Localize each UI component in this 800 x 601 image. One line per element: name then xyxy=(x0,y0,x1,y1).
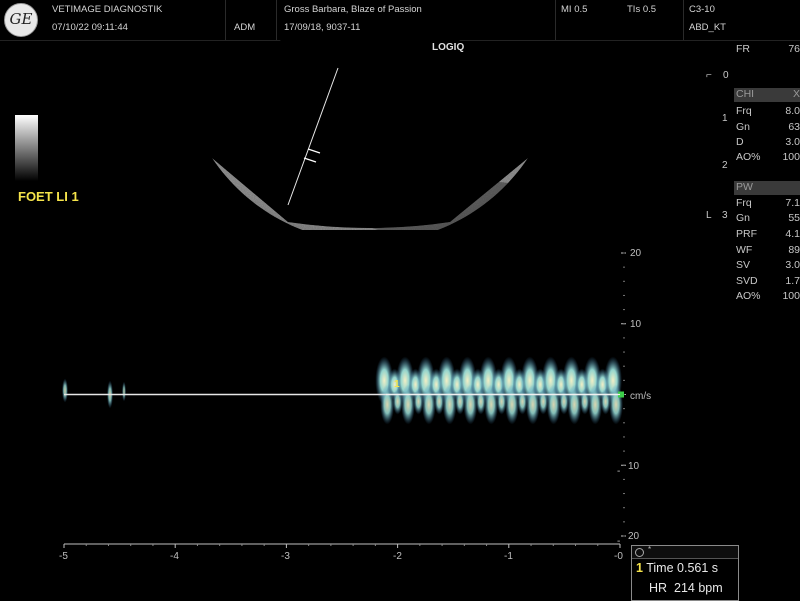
thermal-index: TIs 0.5 xyxy=(627,4,657,15)
depth-mark-2: 2 xyxy=(722,160,728,171)
param-pw-svd: SVD 1.7 xyxy=(736,275,800,287)
spectrum-trace xyxy=(62,356,623,425)
param-chi-gn: Gn 63 xyxy=(736,121,800,133)
spectrum-burst xyxy=(62,378,68,403)
measurement-index: 1 xyxy=(636,561,643,575)
patient-name: Gross Barbara, Blaze of Passion xyxy=(284,4,422,15)
depth-mark-1: 1 xyxy=(722,113,728,124)
measurement-time-label: Time xyxy=(646,561,674,575)
x-tick-label: -4 xyxy=(170,551,179,562)
b-mode-sector-image xyxy=(212,40,528,230)
param-pw-ao: AO% 100 xyxy=(736,290,800,302)
x-tick-label: -5 xyxy=(59,551,68,562)
record-icon xyxy=(635,548,644,557)
clinic-name: VETIMAGE DIAGNOSTIK xyxy=(52,4,163,15)
param-chi-d: D 3.0 xyxy=(736,136,800,148)
operator-id: ADM xyxy=(234,22,256,33)
param-chi-frq: Frq 8.0 xyxy=(736,105,800,117)
measurement-hr-label: HR xyxy=(649,581,668,595)
spectrum-burst xyxy=(608,384,623,425)
grayscale-bar xyxy=(15,115,38,181)
ge-logo: GE xyxy=(4,3,38,37)
param-chi-ao: AO% 100 xyxy=(736,151,800,163)
exam-datetime: 07/10/22 09:11:44 xyxy=(52,22,128,33)
patient-id: 17/09/18, 9037-11 xyxy=(284,22,361,33)
measurement-time-value: 0.561 s xyxy=(677,561,719,575)
param-fr: FR 76 xyxy=(736,43,800,55)
depth-bracket: ⌐ xyxy=(706,70,712,81)
param-chi-header: CHI X xyxy=(734,88,800,102)
measurement-result-box: * 1 Time 0.561 s HR 214 bpm xyxy=(631,545,739,601)
measurement-time-row: 1 Time 0.561 s xyxy=(636,561,718,575)
measurement-box-header: * xyxy=(632,545,738,559)
param-pw-frq: Frq 7.1 xyxy=(736,197,800,209)
annotation-label: FOET LI 1 xyxy=(18,189,79,204)
doppler-cursor-line xyxy=(287,67,339,206)
param-pw-sv: SV 3.0 xyxy=(736,259,800,271)
param-pw-wf: WF 89 xyxy=(736,244,800,256)
measurement-hr-value: 214 bpm xyxy=(674,581,723,595)
mechanical-index: MI 0.5 xyxy=(561,4,588,15)
x-tick-label: -2 xyxy=(393,551,402,562)
probe-name: C3-10 xyxy=(689,4,715,15)
x-tick-label: -3 xyxy=(281,551,290,562)
sample-volume-gate xyxy=(303,157,317,163)
param-pw-gn: Gn 55 xyxy=(736,212,800,224)
logiq-label: LOGIQ xyxy=(432,42,465,53)
spectral-doppler-display xyxy=(62,252,626,548)
y-axis-unit-label: cm/s xyxy=(630,391,652,402)
depth-mark-3: 3 xyxy=(722,210,728,221)
x-tick-label: -1 xyxy=(504,551,513,562)
measurement-hr-row: HR 214 bpm xyxy=(649,581,723,595)
y-tick-label: 20 xyxy=(628,531,640,542)
y-tick-label: 10 xyxy=(628,461,640,472)
depth-bracket-bottom: L xyxy=(706,210,712,221)
depth-mark-0: 0 xyxy=(723,70,729,81)
header-bar: GE VETIMAGE DIAGNOSTIK 07/10/22 09:11:44… xyxy=(0,0,800,41)
y-tick-label: 20 xyxy=(630,248,642,259)
measurement-tag: * xyxy=(648,545,652,554)
param-pw-prf: PRF 4.1 xyxy=(736,228,800,240)
preset-name: ABD_KT xyxy=(689,22,726,33)
y-tick-label: 10 xyxy=(630,319,642,330)
x-tick-label: -0 xyxy=(614,551,623,562)
spectrum-burst xyxy=(122,381,126,402)
param-pw-header: PW xyxy=(734,181,800,195)
ge-logo-text: GE xyxy=(9,10,33,28)
caliper-marker-1[interactable]: 1 xyxy=(394,379,400,390)
